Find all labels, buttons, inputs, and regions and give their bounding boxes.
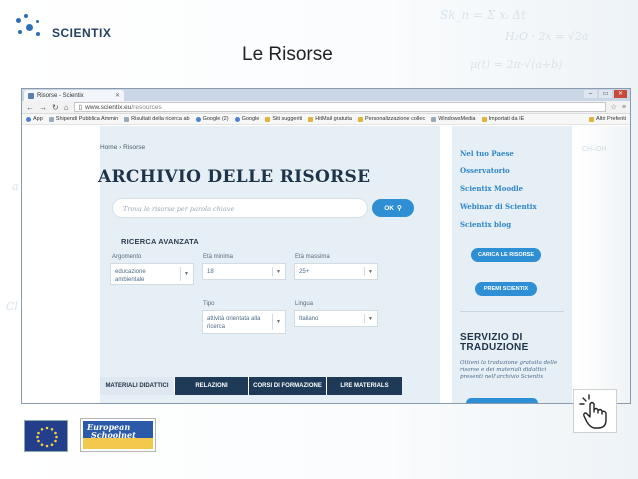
eta-max-value: 25+	[299, 269, 310, 275]
close-window-button[interactable]: ✕	[614, 90, 627, 98]
browser-window: Risorse - Scientix ✕ – ▭ ✕ ← → ↻ ⌂ ▯ www…	[21, 88, 631, 404]
tipo-select[interactable]: attività orientata alla ricerca ▼	[202, 310, 286, 334]
search-button[interactable]: OK ⚲	[372, 199, 414, 217]
chevron-down-icon: ▼	[184, 271, 189, 277]
chevron-down-icon: ▼	[276, 268, 281, 275]
tipo-label: Tipo	[203, 301, 215, 307]
tap-hand-icon	[573, 389, 617, 433]
advanced-search-title: RICERCA AVANZATA	[121, 237, 199, 246]
address-bar[interactable]: ▯ www.scientix.eu/resources	[73, 102, 606, 112]
favicon-icon	[28, 92, 34, 99]
eta-max-label: Età massima	[295, 254, 330, 260]
lingua-select[interactable]: Italiano ▼	[294, 310, 378, 327]
browser-toolbar: ← → ↻ ⌂ ▯ www.scientix.eu/resources ☆ ≡	[22, 101, 630, 114]
bookmark-item[interactable]: Risultati della ricerca ab	[124, 116, 190, 122]
sidebar-link-osservatorio[interactable]: Osservatorio	[460, 166, 510, 175]
menu-icon[interactable]: ≡	[622, 104, 626, 111]
argomento-value: educazione ambientale	[115, 269, 146, 283]
search-input[interactable]: Trova le risorse per parola chiave	[112, 198, 368, 218]
service-description: Ottieni la traduzione gratuita delle ris…	[460, 360, 558, 380]
page-title: ARCHIVIO DELLE RISORSE	[98, 167, 371, 187]
service-title: SERVIZIO DI TRADUZIONE	[460, 333, 529, 353]
forward-icon[interactable]: →	[39, 103, 47, 112]
search-button-label: OK	[384, 204, 394, 212]
browser-tab[interactable]: Risorse - Scientix ✕	[24, 90, 124, 101]
eu-stars-icon	[36, 426, 58, 448]
logo-molecule-icon	[14, 14, 48, 40]
eta-min-select[interactable]: 18 ▼	[202, 263, 286, 280]
window-controls: – ▭ ✕	[584, 90, 627, 98]
page-icon: ▯	[78, 104, 83, 111]
lingua-value: Italiano	[299, 316, 319, 322]
eta-min-label: Età minima	[203, 254, 234, 260]
bookmark-item[interactable]: HitMail gratuita	[308, 116, 352, 122]
bookmark-item[interactable]: App	[26, 116, 43, 122]
decor-formula: Cl	[6, 300, 18, 313]
page-viewport: CH–OH Home › Risorse ARCHIVIO DELLE RISO…	[22, 126, 630, 403]
sidebar-divider	[460, 311, 564, 312]
bookmark-item[interactable]: Google (2)	[195, 116, 229, 122]
bookmarks-bar: App Shipendi Pubblica Ammin Risultati de…	[22, 114, 630, 125]
scientix-logo: SCIENTIX	[14, 14, 111, 40]
logo-text: SCIENTIX	[52, 26, 112, 40]
url-path: /resources	[131, 103, 162, 111]
sidebar-link-blog[interactable]: Scientix blog	[460, 220, 511, 229]
eta-max-select[interactable]: 25+ ▼	[294, 263, 378, 280]
search-row: Trova le risorse per parola chiave OK ⚲	[112, 198, 414, 218]
sidebar-link-moodle[interactable]: Scientix Moodle	[460, 184, 523, 193]
right-margin	[578, 126, 630, 403]
tipo-value: attività orientata alla ricerca	[207, 316, 261, 330]
tab-title: Risorse - Scientix	[37, 92, 84, 99]
search-icon: ⚲	[396, 205, 402, 212]
tab-lre-materials[interactable]: LRE MATERIALS	[326, 377, 402, 395]
service-button[interactable]	[466, 398, 538, 403]
decor-formula: H₂O · 2x = √2a	[505, 30, 589, 43]
home-icon[interactable]: ⌂	[64, 103, 69, 112]
chevron-down-icon: ▼	[368, 268, 373, 275]
bookmark-item[interactable]: Google	[234, 116, 259, 122]
bookmark-item[interactable]: Importati da IE	[481, 116, 524, 122]
back-icon[interactable]: ←	[26, 103, 34, 112]
chevron-down-icon: ▼	[368, 315, 373, 322]
bookmark-star-icon[interactable]: ☆	[611, 103, 617, 111]
chevron-down-icon: ▼	[276, 319, 281, 325]
tab-materiali-didattici[interactable]: MATERIALI DIDATTICI	[100, 377, 174, 395]
reload-icon[interactable]: ↻	[52, 103, 59, 112]
slide-title: Le Risorse	[242, 44, 333, 65]
argomento-select[interactable]: educazione ambientale ▼	[110, 263, 194, 285]
minimize-button[interactable]: –	[584, 90, 597, 98]
bookmark-item[interactable]: Siti suggeriti	[265, 116, 302, 122]
upload-resources-button[interactable]: CARICA LE RISORSE	[471, 248, 541, 262]
prizes-button[interactable]: PREMI SCIENTIX	[475, 282, 537, 296]
eu-flag-logo	[24, 420, 68, 452]
bookmark-item[interactable]: Shipendi Pubblica Ammin	[48, 116, 118, 122]
bookmark-item[interactable]: WindowsMedia	[431, 116, 476, 122]
bookmark-other[interactable]: Altri Preferiti	[589, 116, 626, 122]
resource-tabs: MATERIALI DIDATTICI RELAZIONI CORSI DI F…	[100, 377, 402, 395]
tab-relazioni[interactable]: RELAZIONI	[174, 377, 248, 395]
sidebar-link-webinar[interactable]: Webinar di Scientix	[460, 202, 537, 211]
decor-formula: μ(t) = 2π·√(a+b)	[470, 58, 563, 71]
argomento-label: Argomento	[112, 254, 142, 260]
decor-formula: Sk_n = Σ xᵢ Δt	[440, 8, 526, 22]
breadcrumb[interactable]: Home › Risorse	[100, 144, 145, 151]
service-title-line2: TRADUZIONE	[460, 342, 529, 353]
decor-formula: CH–OH	[582, 146, 607, 153]
esn-logo-line2: Schoolnet	[91, 430, 136, 440]
eta-min-value: 18	[207, 269, 214, 275]
url-domain: www.scientix.eu	[85, 103, 132, 111]
tab-corsi-formazione[interactable]: CORSI DI FORMAZIONE	[248, 377, 326, 395]
sidebar-link-paese[interactable]: Nel tuo Paese	[460, 149, 514, 158]
maximize-button[interactable]: ▭	[599, 90, 612, 98]
tab-bar: Risorse - Scientix ✕ – ▭ ✕	[22, 89, 630, 101]
european-schoolnet-logo: European Schoolnet	[80, 418, 156, 452]
lingua-label: Lingua	[295, 301, 314, 307]
close-tab-icon[interactable]: ✕	[115, 92, 120, 99]
bookmark-item[interactable]: Personalizzazione collec	[357, 116, 425, 122]
